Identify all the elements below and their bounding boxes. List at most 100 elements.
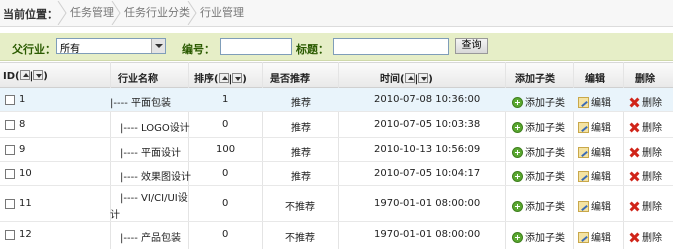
sort-asc-icon[interactable] <box>404 73 415 83</box>
sort-asc-icon[interactable] <box>19 70 30 80</box>
row-order: 0 <box>222 119 229 130</box>
delete-button[interactable]: 删除 <box>629 229 662 244</box>
add-icon <box>512 147 523 158</box>
row-time: 2010-07-05 10:03:38 <box>374 119 481 130</box>
row-order: 0 <box>222 168 229 179</box>
delete-label: 删除 <box>642 233 662 244</box>
row-order: 0 <box>222 198 229 209</box>
header-order-label: 排序 <box>194 74 214 85</box>
add-subcategory-button[interactable]: 添加子类 <box>512 168 565 183</box>
breadcrumb-separator-icon <box>56 1 68 25</box>
filter-bar: 父行业： 所有 编号： 标题： 查询 <box>0 33 673 61</box>
add-icon <box>512 97 523 108</box>
sort-desc-icon[interactable] <box>33 70 44 80</box>
edit-icon <box>578 97 589 108</box>
edit-icon <box>578 171 589 182</box>
delete-icon <box>629 147 640 158</box>
delete-button[interactable]: 删除 <box>629 168 662 183</box>
row-time: 1970-01-01 08:00:00 <box>374 198 481 209</box>
table-row: 10 |---- 效果图设计 0 推荐 2010-07-05 10:04:17 … <box>0 162 673 186</box>
breadcrumb-item-label: 任务行业分类 <box>124 6 190 19</box>
row-name: |---- 效果图设计 <box>120 172 191 183</box>
edit-label: 编辑 <box>591 148 611 159</box>
add-subcategory-button[interactable]: 添加子类 <box>512 229 565 244</box>
row-time: 2010-10-13 10:56:09 <box>374 144 481 155</box>
add-icon <box>512 171 523 182</box>
sort-desc-icon[interactable] <box>418 73 429 83</box>
title-label: 标题： <box>296 43 329 56</box>
row-checkbox[interactable] <box>5 145 15 155</box>
number-input[interactable] <box>220 38 292 55</box>
row-checkbox[interactable] <box>5 95 15 105</box>
delete-label: 删除 <box>642 98 662 109</box>
row-recommend: 不推荐 <box>285 233 315 244</box>
breadcrumb-item-label: 任务管理 <box>70 6 114 19</box>
delete-button[interactable]: 删除 <box>629 144 662 159</box>
row-order: 1 <box>222 94 229 105</box>
row-name: |---- VI/CI/UI设 <box>120 193 188 204</box>
header-edit: 编辑 <box>585 74 605 85</box>
row-id: 10 <box>19 168 32 179</box>
delete-icon <box>629 232 640 243</box>
row-id: 9 <box>19 144 26 155</box>
chevron-down-icon[interactable] <box>151 39 165 53</box>
edit-button[interactable]: 编辑 <box>578 168 611 183</box>
delete-icon <box>629 122 640 133</box>
add-subcategory-label: 添加子类 <box>525 233 565 244</box>
header-delete: 删除 <box>635 74 655 85</box>
header-order: 排序(|) <box>194 73 247 85</box>
add-subcategory-button[interactable]: 添加子类 <box>512 198 565 213</box>
title-input[interactable] <box>333 38 449 55</box>
add-subcategory-label: 添加子类 <box>525 172 565 183</box>
add-subcategory-label: 添加子类 <box>525 123 565 134</box>
breadcrumb-item-task-manage[interactable]: 任务管理 <box>56 0 114 26</box>
edit-icon <box>578 122 589 133</box>
delete-button[interactable]: 删除 <box>629 119 662 134</box>
delete-label: 删除 <box>642 123 662 134</box>
delete-button[interactable]: 删除 <box>629 198 662 213</box>
sort-desc-icon[interactable] <box>232 73 243 83</box>
edit-button[interactable]: 编辑 <box>578 229 611 244</box>
breadcrumb: 当前位置： 任务管理 任务行业分类 行业管理 <box>0 0 673 27</box>
row-recommend: 推荐 <box>291 123 311 134</box>
header-id: ID(|) <box>3 70 48 82</box>
sort-asc-icon[interactable] <box>218 73 229 83</box>
breadcrumb-item-industry-manage[interactable]: 行业管理 <box>186 0 244 26</box>
breadcrumb-item-task-category[interactable]: 任务行业分类 <box>110 0 190 26</box>
edit-button[interactable]: 编辑 <box>578 144 611 159</box>
edit-button[interactable]: 编辑 <box>578 198 611 213</box>
add-subcategory-button[interactable]: 添加子类 <box>512 144 565 159</box>
breadcrumb-item-label: 行业管理 <box>200 6 244 19</box>
row-checkbox[interactable] <box>5 230 15 240</box>
add-subcategory-label: 添加子类 <box>525 98 565 109</box>
header-recommend: 是否推荐 <box>270 74 310 85</box>
edit-label: 编辑 <box>591 172 611 183</box>
row-checkbox[interactable] <box>5 120 15 130</box>
parent-industry-select[interactable]: 所有 <box>56 38 166 55</box>
row-id: 12 <box>19 229 32 240</box>
search-button[interactable]: 查询 <box>455 38 488 54</box>
edit-button[interactable]: 编辑 <box>578 119 611 134</box>
row-recommend: 推荐 <box>291 172 311 183</box>
delete-label: 删除 <box>642 202 662 213</box>
delete-icon <box>629 171 640 182</box>
number-label: 编号： <box>182 43 215 56</box>
row-recommend: 不推荐 <box>285 202 315 213</box>
edit-icon <box>578 147 589 158</box>
add-subcategory-label: 添加子类 <box>525 148 565 159</box>
add-subcategory-button[interactable]: 添加子类 <box>512 119 565 134</box>
delete-button[interactable]: 删除 <box>629 94 662 109</box>
row-recommend: 推荐 <box>291 148 311 159</box>
row-id: 1 <box>19 94 26 105</box>
parent-industry-value: 所有 <box>60 44 80 55</box>
header-id-label: ID <box>3 71 16 82</box>
row-checkbox[interactable] <box>5 199 15 209</box>
delete-icon <box>629 97 640 108</box>
edit-icon <box>578 232 589 243</box>
row-checkbox[interactable] <box>5 169 15 179</box>
add-subcategory-button[interactable]: 添加子类 <box>512 94 565 109</box>
header-time: 时间(|) <box>380 73 433 85</box>
table-row: 9 |---- 平面设计 100 推荐 2010-10-13 10:56:09 … <box>0 138 673 162</box>
edit-button[interactable]: 编辑 <box>578 94 611 109</box>
edit-label: 编辑 <box>591 98 611 109</box>
